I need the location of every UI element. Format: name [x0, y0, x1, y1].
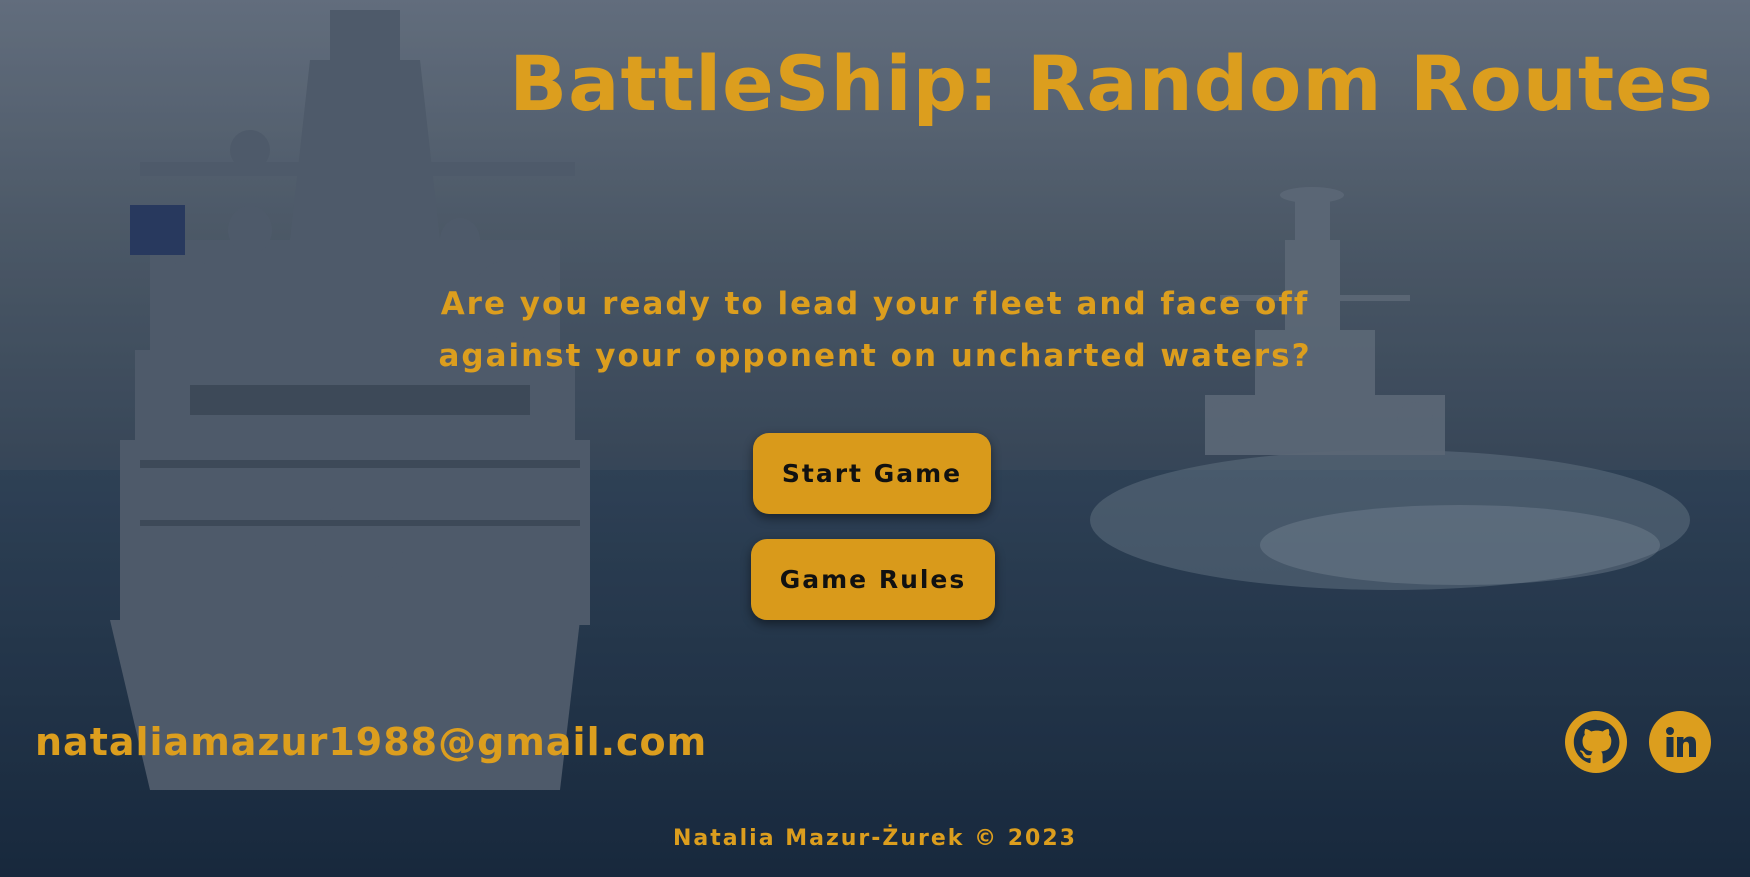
- github-icon: [1572, 718, 1620, 766]
- footer-copyright: Natalia Mazur-Żurek © 2023: [673, 826, 1077, 851]
- game-rules-button[interactable]: Game Rules: [751, 539, 995, 620]
- hero-tagline-line-1: Are you ready to lead your fleet and fac…: [440, 286, 1310, 322]
- hero-tagline-line-2: against your opponent on uncharted water…: [438, 338, 1312, 374]
- linkedin-link[interactable]: [1649, 711, 1711, 773]
- linkedin-icon: [1666, 727, 1696, 757]
- email-link[interactable]: nataliamazur1988@gmail.com: [35, 720, 707, 764]
- start-game-button[interactable]: Start Game: [753, 433, 991, 514]
- page-title: BattleShip: Random Routes: [509, 39, 1714, 128]
- hero-tagline: Are you ready to lead your fleet and fac…: [0, 278, 1750, 382]
- github-link[interactable]: [1565, 711, 1627, 773]
